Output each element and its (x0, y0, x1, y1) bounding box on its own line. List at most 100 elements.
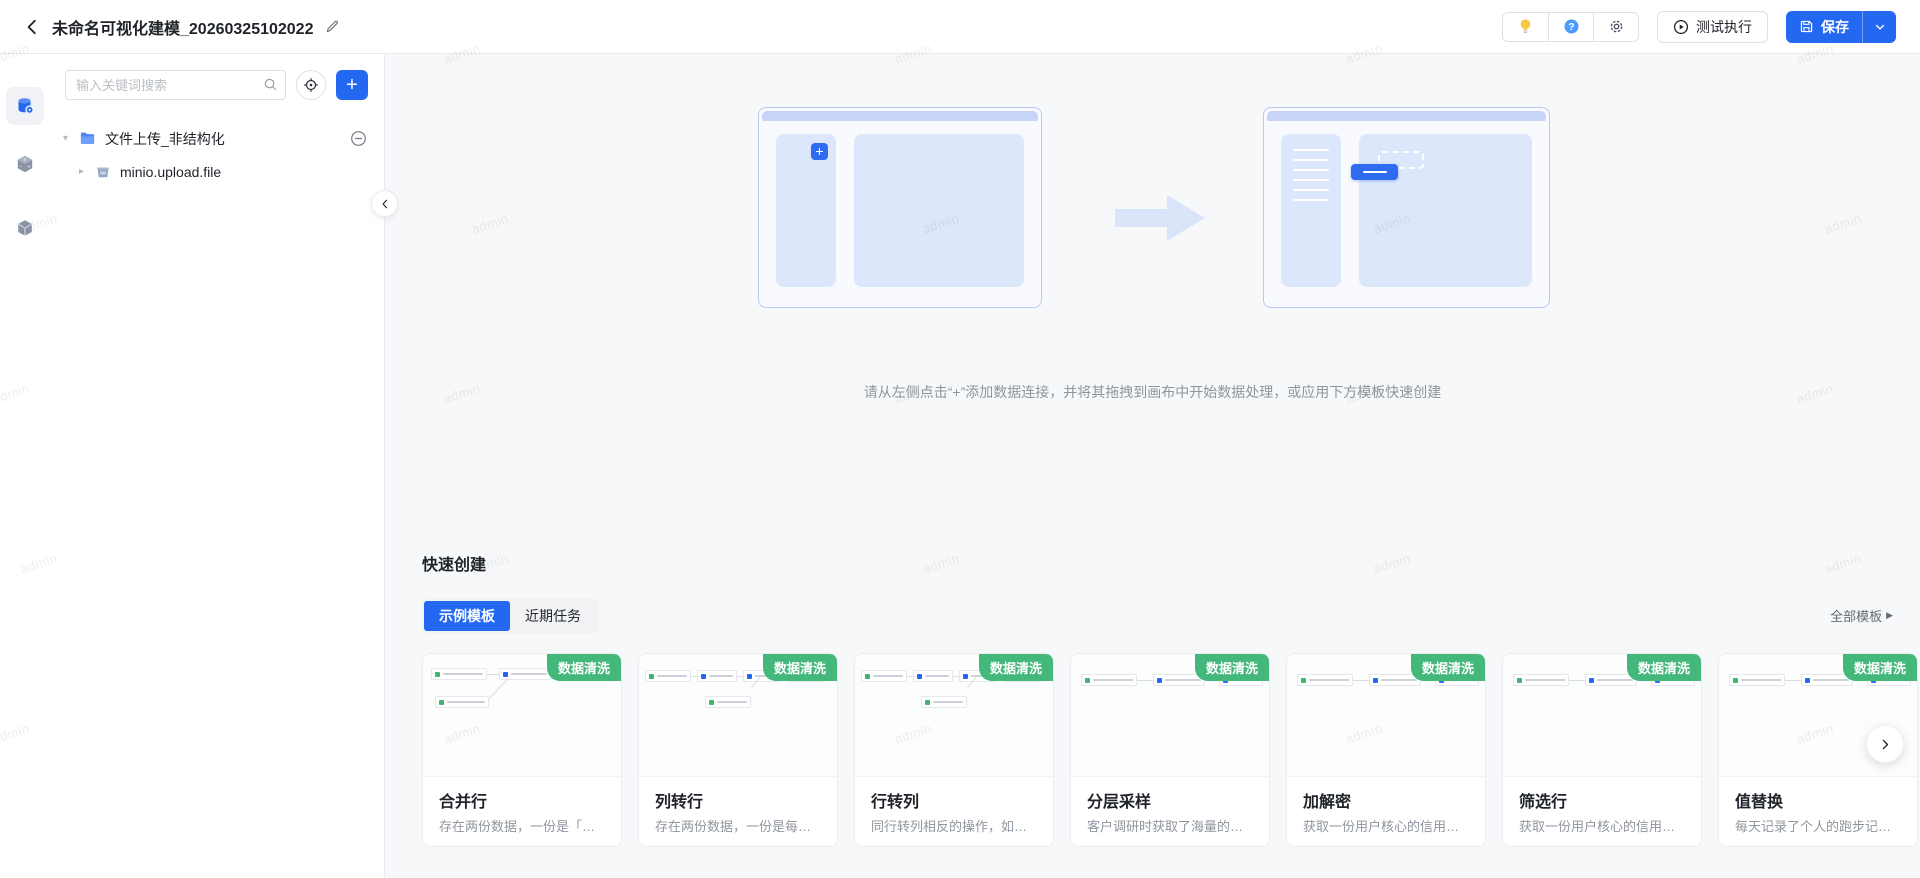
template-description: 每天记录了个人的跑步记… (1735, 819, 1892, 834)
template-tabs: 示例模板 近期任务 (422, 599, 598, 633)
edit-title-button[interactable] (325, 19, 340, 34)
pencil-icon (327, 20, 339, 33)
lightbulb-button[interactable] (1503, 13, 1548, 41)
template-title: 合并行 (439, 794, 488, 811)
template-description: 获取一份用户核心的信用… (1519, 819, 1676, 834)
template-card[interactable]: 数据清洗 行转列 同行转列相反的操作，如… (854, 653, 1054, 847)
data-source-icon (18, 98, 32, 113)
toolbar-right: ? 测试执行 保存 (1502, 10, 1896, 43)
modeling-canvas[interactable]: + 请从左侧点击“+”添加数据连接，并将其拖拽到画布中开始数据处理，或应用下方模… (385, 54, 1920, 878)
model-cube-icon (17, 220, 32, 236)
operator-cube-icon: ×− + (17, 155, 32, 173)
tab-recent-tasks[interactable]: 近期任务 (510, 601, 596, 631)
quick-create-title: 快速创建 (422, 557, 487, 574)
sidebar-item-operators[interactable]: × − + (6, 145, 44, 183)
tab-sample-templates[interactable]: 示例模板 (424, 601, 510, 631)
back-button[interactable] (18, 13, 46, 41)
tree-row[interactable]: ▾ 文件上传_非结构化 (49, 122, 384, 155)
category-badge: 数据清洗 (1410, 654, 1485, 681)
sidebar-item-data-sources[interactable] (5, 87, 44, 125)
app-root: 未命名可视化建模_20260325102022 ? 测试执行 保存 × − + … (0, 0, 1920, 878)
save-label: 保存 (1821, 18, 1849, 35)
top-bar: 未命名可视化建模_20260325102022 ? 测试执行 保存 (0, 0, 1920, 54)
illustration-side-column: + (776, 134, 836, 287)
page-title: 未命名可视化建模_20260325102022 (52, 20, 314, 38)
save-split-button: 保存 (1786, 10, 1896, 43)
caret-right-icon: ▶ (1886, 610, 1893, 620)
folder-icon (79, 130, 96, 147)
svg-text:+: + (27, 165, 30, 171)
svg-text:×: × (23, 158, 26, 164)
gear-icon (1610, 20, 1622, 33)
crosshair-icon (304, 78, 318, 92)
category-badge: 数据清洗 (1842, 654, 1917, 681)
svg-text:?: ? (1568, 22, 1574, 33)
search-icon (263, 77, 278, 97)
illustration-canvas-area (854, 134, 1024, 287)
template-card[interactable]: 数据清洗 合并行 存在两份数据，一份是「… (422, 653, 622, 847)
flow-arrow-icon (1115, 195, 1205, 241)
illustration-topbar (762, 111, 1038, 121)
locate-button[interactable] (296, 70, 326, 100)
template-title: 列转行 (655, 794, 704, 811)
template-description: 存在两份数据，一份是每… (655, 819, 812, 834)
template-title: 分层采样 (1087, 794, 1152, 811)
illustration-topbar (1267, 111, 1546, 121)
category-badge: 数据清洗 (978, 654, 1053, 681)
tree-caret-icon[interactable]: ▸ (79, 166, 93, 177)
template-description: 存在两份数据，一份是「… (439, 819, 596, 834)
template-title: 行转列 (871, 794, 920, 811)
template-card[interactable]: 数据清洗 筛选行 获取一份用户核心的信用… (1502, 653, 1702, 847)
test-run-label: 测试执行 (1696, 18, 1752, 35)
template-description: 客户调研时获取了海量的… (1087, 819, 1244, 834)
illustration-dragged-node (1351, 164, 1398, 180)
panel-toolbar: + (49, 70, 384, 100)
template-title: 加解密 (1303, 794, 1352, 811)
settings-button[interactable] (1593, 12, 1638, 41)
save-button[interactable]: 保存 (1786, 10, 1862, 43)
bucket-icon (95, 164, 111, 180)
data-connection-tree: ▾ 文件上传_非结构化 ▸ minio.upload.file (49, 122, 384, 188)
tree-item-label: 文件上传_非结构化 (105, 130, 225, 147)
template-card[interactable]: 数据清洗 分层采样 客户调研时获取了海量的… (1070, 653, 1270, 847)
test-run-button[interactable]: 测试执行 (1657, 10, 1768, 43)
template-card[interactable]: 数据清洗 加解密 获取一份用户核心的信用… (1286, 653, 1486, 847)
add-data-connection-button[interactable]: + (336, 70, 368, 100)
quick-create-section: 快速创建 示例模板 近期任务 全部模板 ▶ 数据清洗 合并行 存在两份数据，一份… (422, 551, 1920, 847)
utility-icon-group: ? (1502, 11, 1639, 42)
chevron-down-icon (1875, 24, 1884, 30)
collapse-panel-button[interactable] (371, 190, 398, 217)
all-templates-link[interactable]: 全部模板 ▶ (1830, 606, 1893, 625)
illustration-frame-left: + (758, 107, 1042, 308)
illustration-plus-icon: + (811, 143, 828, 160)
category-badge: 数据清洗 (1626, 654, 1701, 681)
help-icon: ? (1563, 19, 1579, 34)
tree-row[interactable]: ▸ minio.upload.file (49, 155, 384, 188)
sidebar-item-models[interactable] (6, 209, 44, 247)
template-description: 同行转列相反的操作，如… (871, 819, 1028, 834)
remove-circle-button[interactable] (350, 130, 367, 147)
search-field-wrap (65, 70, 286, 100)
play-circle-icon (1673, 19, 1689, 34)
help-button[interactable]: ? (1548, 12, 1593, 41)
data-connection-panel: + ▾ 文件上传_非结构化 ▸ minio.upload.file (49, 54, 398, 878)
template-card-list: 数据清洗 合并行 存在两份数据，一份是「… 数据清洗 列转行 存在两份数据，一份… (422, 653, 1920, 847)
save-dropdown-button[interactable] (1862, 10, 1896, 43)
canvas-hint-text: 请从左侧点击“+”添加数据连接，并将其拖拽到画布中开始数据处理，或应用下方模板快… (863, 384, 1442, 400)
lightbulb-icon (1520, 19, 1531, 34)
search-input[interactable] (65, 70, 286, 100)
chevron-left-icon (382, 199, 387, 208)
template-card[interactable]: 数据清洗 列转行 存在两份数据，一份是每… (638, 653, 838, 847)
template-description: 获取一份用户核心的信用… (1303, 819, 1460, 834)
illustration-frame-right (1263, 107, 1550, 308)
template-title: 值替换 (1735, 794, 1784, 811)
main-body: ×−+ + ▾ (0, 54, 1920, 878)
tree-caret-icon[interactable]: ▾ (63, 133, 77, 144)
minus-circle-icon (351, 131, 366, 146)
tree-item-label: minio.upload.file (120, 163, 222, 180)
chevron-left-icon (27, 19, 36, 34)
module-icon-strip: × − + (0, 54, 49, 878)
cards-scroll-next-button[interactable] (1866, 725, 1904, 763)
category-badge: 数据清洗 (546, 654, 621, 681)
template-title: 筛选行 (1519, 794, 1568, 811)
